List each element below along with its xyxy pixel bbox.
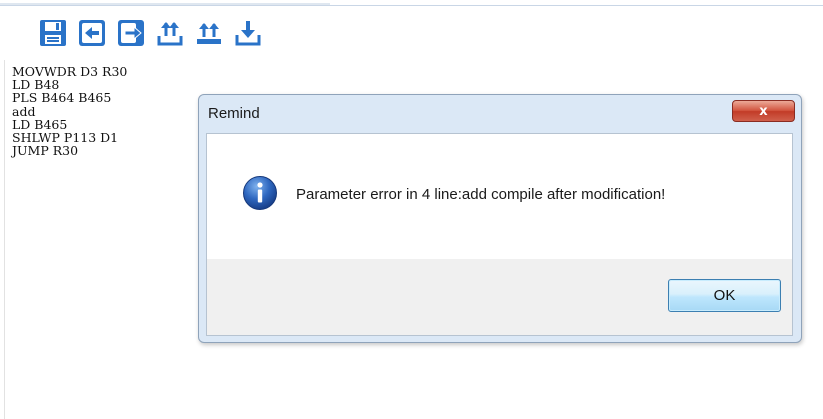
info-icon	[243, 176, 277, 210]
editor-left-border	[4, 60, 5, 419]
dialog-title: Remind	[208, 105, 260, 122]
toolbar	[38, 17, 272, 49]
download-button[interactable]	[233, 18, 263, 48]
import-button[interactable]	[77, 18, 107, 48]
code-editor[interactable]: MOVWDR D3 R30 LD B48 PLS B464 B465 add L…	[12, 65, 127, 159]
download-icon	[235, 21, 261, 46]
code-line: add	[12, 103, 36, 119]
upload-all-icon	[197, 23, 221, 44]
save-button[interactable]	[38, 18, 68, 48]
ok-button[interactable]: OK	[668, 279, 781, 312]
import-icon	[79, 20, 105, 46]
dialog-content: Parameter error in 4 line:add compile af…	[207, 134, 792, 259]
error-message: Parameter error in 4 line:add compile af…	[296, 186, 666, 203]
save-icon	[40, 20, 66, 46]
upload-all-button[interactable]	[194, 18, 224, 48]
remind-dialog: Remind x Parameter error in 4 line:add c…	[198, 94, 802, 343]
close-button[interactable]: x	[732, 100, 795, 122]
window-top-divider	[0, 5, 823, 6]
dialog-body: Parameter error in 4 line:add compile af…	[206, 133, 793, 336]
code-line: JUMP R30	[12, 143, 79, 159]
upload-icon	[157, 22, 183, 46]
close-icon: x	[759, 103, 768, 119]
code-line: PLS B464 B465	[12, 90, 112, 106]
upload-button[interactable]	[155, 18, 185, 48]
dialog-titlebar[interactable]: Remind x	[199, 95, 801, 129]
export-icon	[118, 20, 144, 46]
export-button[interactable]	[116, 18, 146, 48]
